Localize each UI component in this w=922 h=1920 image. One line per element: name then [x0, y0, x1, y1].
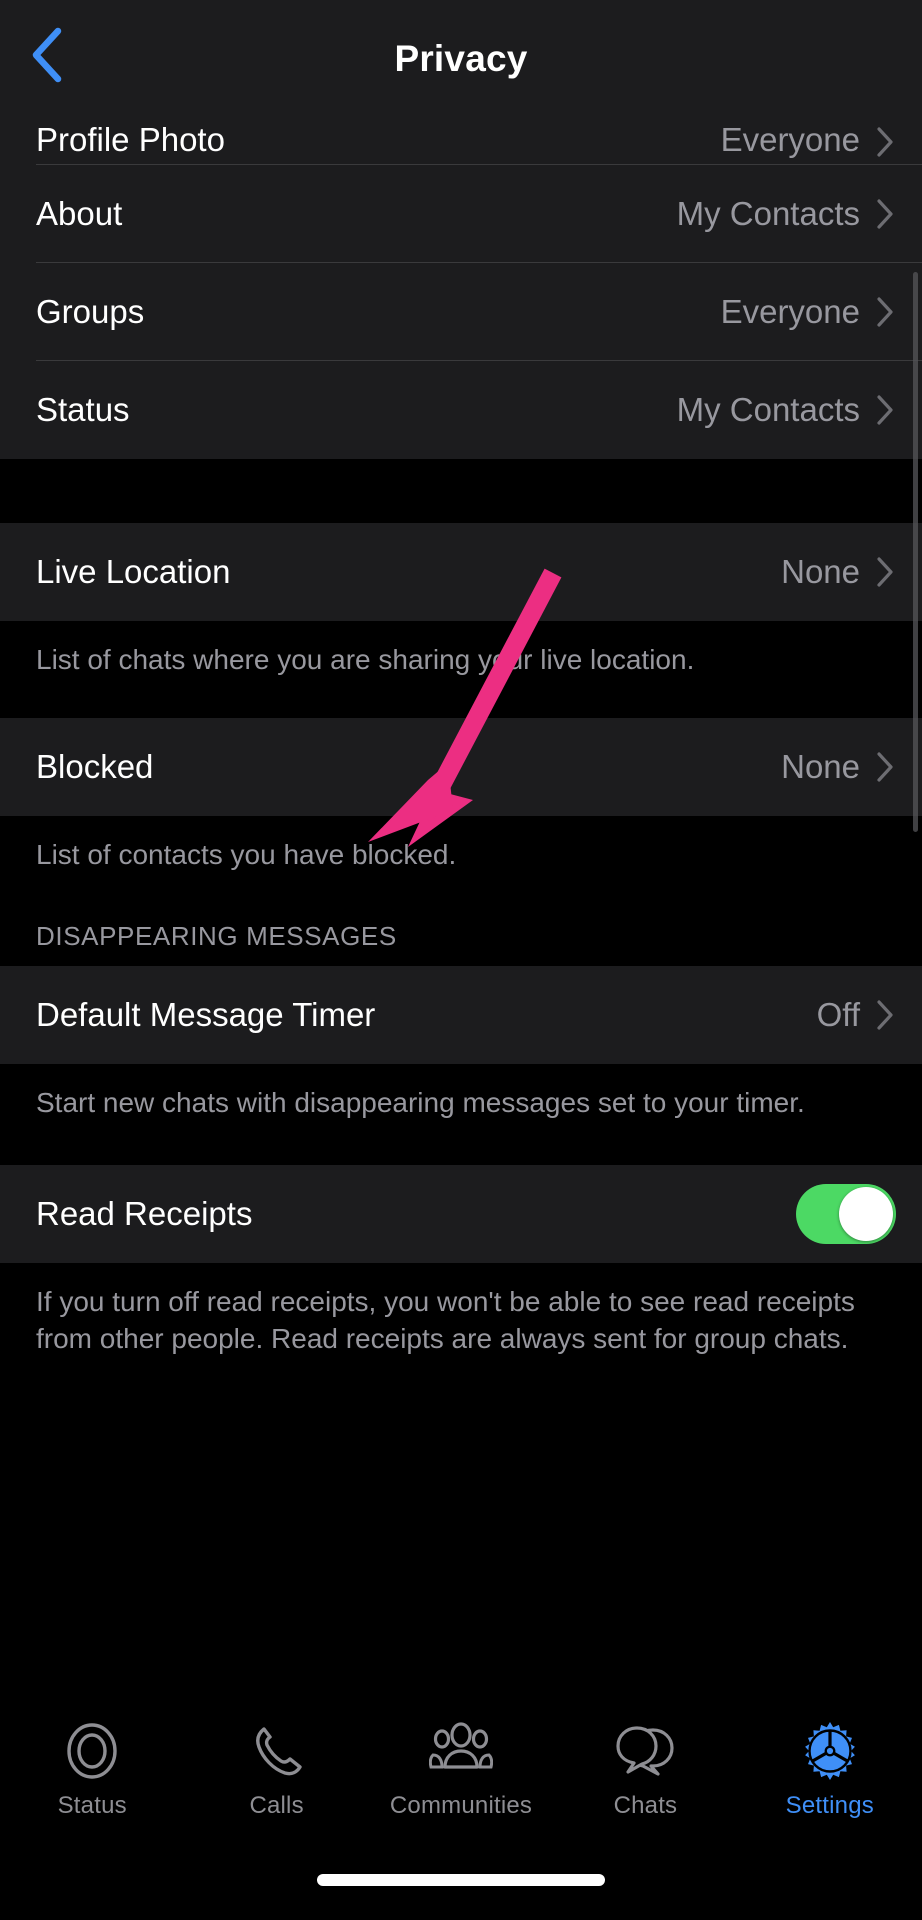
- tab-settings[interactable]: Settings: [738, 1720, 922, 1860]
- chevron-right-icon: [874, 750, 896, 784]
- chevron-right-icon: [874, 555, 896, 589]
- visibility-group: Profile Photo Everyone About My Contacts…: [0, 103, 922, 459]
- tab-label: Calls: [249, 1792, 304, 1819]
- tab-label: Settings: [785, 1792, 874, 1819]
- settings-scroll-area[interactable]: Profile Photo Everyone About My Contacts…: [0, 103, 922, 1388]
- row-value: Everyone: [720, 293, 860, 330]
- row-label: Profile Photo: [36, 121, 225, 158]
- toggle-knob: [839, 1187, 893, 1241]
- row-about[interactable]: About My Contacts: [0, 165, 922, 263]
- privacy-settings-screen: Profile Photo Everyone About My Contacts…: [0, 0, 922, 1920]
- gear-icon: [800, 1720, 860, 1782]
- status-ring-icon: [64, 1720, 120, 1782]
- footnote-read-receipts: If you turn off read receipts, you won't…: [0, 1263, 922, 1388]
- row-label: Status: [36, 391, 130, 428]
- row-value: Everyone: [720, 121, 860, 158]
- footnote-default-message-timer: Start new chats with disappearing messag…: [0, 1064, 922, 1165]
- row-status[interactable]: Status My Contacts: [0, 361, 922, 459]
- tab-calls[interactable]: Calls: [184, 1720, 368, 1860]
- tab-label: Chats: [613, 1792, 678, 1819]
- footnote-live-location: List of chats where you are sharing your…: [0, 621, 922, 718]
- chevron-right-icon: [874, 197, 896, 231]
- vertical-scrollbar[interactable]: [913, 272, 918, 832]
- chevron-right-icon: [874, 393, 896, 427]
- tab-status[interactable]: Status: [0, 1720, 184, 1860]
- section-gap: [0, 459, 922, 523]
- row-profile-photo[interactable]: Profile Photo Everyone: [0, 103, 922, 165]
- row-value: Off: [816, 996, 860, 1033]
- row-label: Default Message Timer: [36, 996, 376, 1033]
- footnote-blocked: List of contacts you have blocked.: [0, 816, 922, 877]
- tab-label: Communities: [389, 1792, 533, 1819]
- row-label: Blocked: [36, 748, 154, 785]
- page-title: Privacy: [394, 37, 528, 79]
- row-value: None: [781, 553, 860, 590]
- chevron-right-icon: [874, 998, 896, 1032]
- chat-bubbles-icon: [613, 1720, 677, 1782]
- row-value: My Contacts: [676, 195, 860, 232]
- row-live-location[interactable]: Live Location None: [0, 523, 922, 621]
- tab-bar: Status Calls Communities Chats Settings: [0, 1388, 922, 1920]
- tab-communities[interactable]: Communities: [369, 1720, 553, 1860]
- row-label: Groups: [36, 293, 145, 330]
- tab-chats[interactable]: Chats: [553, 1720, 737, 1860]
- section-header-disappearing-messages: DISAPPEARING MESSAGES: [0, 877, 922, 966]
- navigation-bar: Privacy: [0, 0, 922, 103]
- row-label: About: [36, 195, 123, 232]
- row-label: Live Location: [36, 553, 231, 590]
- row-default-message-timer[interactable]: Default Message Timer Off: [0, 966, 922, 1064]
- row-blocked[interactable]: Blocked None: [0, 718, 922, 816]
- row-value: My Contacts: [676, 391, 860, 428]
- read-receipts-toggle[interactable]: [796, 1184, 896, 1244]
- row-label: Read Receipts: [36, 1195, 253, 1232]
- row-value: None: [781, 748, 860, 785]
- phone-icon: [249, 1720, 305, 1782]
- tab-label: Status: [57, 1792, 127, 1819]
- chevron-right-icon: [874, 295, 896, 329]
- row-groups[interactable]: Groups Everyone: [0, 263, 922, 361]
- row-read-receipts[interactable]: Read Receipts: [0, 1165, 922, 1263]
- communities-icon: [429, 1720, 494, 1782]
- home-indicator: [317, 1874, 605, 1886]
- chevron-right-icon: [874, 125, 896, 159]
